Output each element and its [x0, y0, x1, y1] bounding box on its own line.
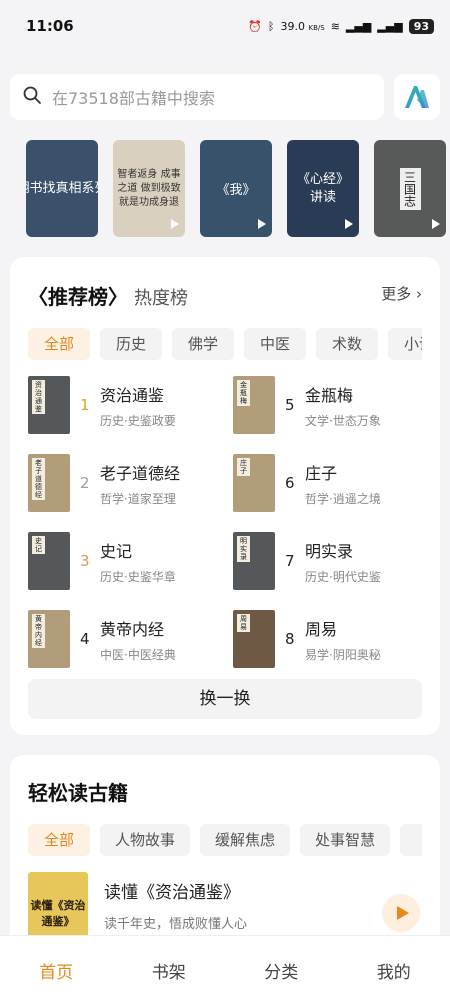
- banner-carousel: 翻书找真相系列 智者返身 成事之道 做到极致 就是功成身退 《我》 《心经》讲读…: [0, 120, 450, 237]
- rank-list: 资治通鉴 1 资治通鉴历史·史鉴政要 金瓶梅 5 金瓶梅文学·世态万象 老子道德…: [28, 376, 422, 668]
- book-cover: 明实录: [233, 532, 275, 590]
- play-icon: [396, 906, 409, 920]
- book-category: 历史·明代史鉴: [305, 569, 381, 584]
- easy-read-title: 读懂《资治通鉴》: [104, 883, 240, 903]
- book-title: 金瓶梅: [305, 385, 354, 405]
- bottom-nav: 首页 书架 分类 我的: [0, 935, 450, 1005]
- book-category: 历史·史鉴华章: [100, 569, 176, 584]
- rank-item[interactable]: 明实录 7 明实录历史·明代史鉴: [233, 532, 423, 590]
- book-category: 哲学·道家至理: [100, 491, 176, 506]
- nav-mine[interactable]: 我的: [354, 958, 434, 983]
- banner-item[interactable]: 三国志: [374, 140, 446, 237]
- status-time: 11:06: [26, 17, 74, 35]
- rank-number: 5: [285, 396, 295, 414]
- chip-more[interactable]: 人: [400, 824, 422, 856]
- book-category: 中医·中医经典: [100, 647, 176, 662]
- rank-number: 6: [285, 474, 295, 492]
- network-speed: 39.0 KB/S: [280, 19, 325, 33]
- chip-all[interactable]: 全部: [28, 824, 90, 856]
- status-icons: ⏰ ᛒ 39.0 KB/S ≋ ▂▄▆ ▂▄▆ 93: [248, 18, 434, 34]
- chip-people-stories[interactable]: 人物故事: [100, 824, 191, 856]
- ranking-card: 〈推荐榜〉 热度榜 更多 › 全部 历史 佛学 中医 术数 小说 资治通鉴 1 …: [10, 257, 440, 735]
- nav-home[interactable]: 首页: [16, 958, 96, 983]
- rank-item[interactable]: 史记 3 史记历史·史鉴华章: [28, 532, 233, 590]
- bluetooth-icon: ᛒ: [267, 19, 275, 33]
- nav-bookshelf[interactable]: 书架: [129, 958, 209, 983]
- search-icon: [22, 85, 42, 109]
- easy-category-chips: 全部 人物故事 缓解焦虑 处事智慧 人: [28, 824, 422, 856]
- book-title: 周易: [305, 619, 338, 639]
- chip-life-wisdom[interactable]: 处事智慧: [300, 824, 391, 856]
- rank-item[interactable]: 资治通鉴 1 资治通鉴历史·史鉴政要: [28, 376, 233, 434]
- search-placeholder: 在73518部古籍中搜索: [52, 89, 215, 108]
- rank-number: 4: [80, 630, 90, 648]
- easy-read-desc: 读千年史，悟成败懂人心: [104, 917, 248, 932]
- book-title: 明实录: [305, 541, 354, 561]
- wifi-icon: ≋: [330, 19, 340, 33]
- play-icon: [345, 219, 353, 229]
- book-cover: 周易: [233, 610, 275, 668]
- play-icon: [258, 219, 266, 229]
- play-icon: [171, 219, 179, 229]
- rank-number: 2: [80, 474, 90, 492]
- book-cover: 黄帝内经: [28, 610, 70, 668]
- banner-item[interactable]: 智者返身 成事之道 做到极致 就是功成身退: [113, 140, 185, 237]
- book-cover: 资治通鉴: [28, 376, 70, 434]
- nav-category[interactable]: 分类: [241, 958, 321, 983]
- chip-buddhism[interactable]: 佛学: [172, 328, 234, 360]
- book-cover: 老子道德经: [28, 454, 70, 512]
- chip-medicine[interactable]: 中医: [244, 328, 306, 360]
- rank-item[interactable]: 庄子 6 庄子哲学·逍遥之境: [233, 454, 423, 512]
- ai-assistant-button[interactable]: [394, 74, 440, 120]
- book-category: 历史·史鉴政要: [100, 413, 176, 428]
- rank-item[interactable]: 周易 8 周易易学·阴阳奥秘: [233, 610, 423, 668]
- signal-icon-2: ▂▄▆: [377, 19, 403, 33]
- rank-item[interactable]: 老子道德经 2 老子道德经哲学·道家至理: [28, 454, 233, 512]
- chip-all[interactable]: 全部: [28, 328, 90, 360]
- book-title: 黄帝内经: [100, 619, 165, 639]
- chip-history[interactable]: 历史: [100, 328, 162, 360]
- signal-icon: ▂▄▆: [345, 19, 372, 33]
- book-title: 老子道德经: [100, 463, 181, 483]
- book-cover: 史记: [28, 532, 70, 590]
- book-category: 文学·世态万象: [305, 413, 381, 428]
- alarm-icon: ⏰: [248, 19, 262, 33]
- rank-number: 8: [285, 630, 295, 648]
- play-button[interactable]: [382, 894, 420, 932]
- status-bar: 11:06 ⏰ ᛒ 39.0 KB/S ≋ ▂▄▆ ▂▄▆ 93: [0, 0, 450, 52]
- book-title: 史记: [100, 541, 133, 561]
- banner-item[interactable]: 翻书找真相系列: [26, 140, 98, 237]
- book-category: 易学·阴阳奥秘: [305, 647, 381, 662]
- book-cover: 庄子: [233, 454, 275, 512]
- rank-item[interactable]: 金瓶梅 5 金瓶梅文学·世态万象: [233, 376, 423, 434]
- chip-novel[interactable]: 小说: [388, 328, 422, 360]
- tab-recommend[interactable]: 〈推荐榜〉: [28, 281, 128, 310]
- rank-number: 3: [80, 552, 90, 570]
- chip-anxiety-relief[interactable]: 缓解焦虑: [200, 824, 291, 856]
- rank-item[interactable]: 黄帝内经 4 黄帝内经中医·中医经典: [28, 610, 233, 668]
- more-link[interactable]: 更多 ›: [381, 283, 422, 304]
- book-cover: 金瓶梅: [233, 376, 275, 434]
- book-title: 庄子: [305, 463, 338, 483]
- rank-category-chips: 全部 历史 佛学 中医 术数 小说: [28, 328, 422, 360]
- rank-number: 1: [80, 396, 90, 414]
- ai-logo-icon: [405, 86, 429, 108]
- book-title: 资治通鉴: [100, 385, 165, 405]
- book-category: 哲学·逍遥之境: [305, 491, 381, 506]
- banner-item[interactable]: 《我》: [200, 140, 272, 237]
- tab-hot[interactable]: 热度榜: [134, 284, 188, 310]
- section-title: 轻松读古籍: [28, 781, 128, 805]
- chip-divination[interactable]: 术数: [316, 328, 378, 360]
- battery-badge: 93: [408, 18, 434, 34]
- banner-item[interactable]: 《心经》讲读: [287, 140, 359, 237]
- rank-number: 7: [285, 552, 295, 570]
- play-icon: [432, 219, 440, 229]
- search-input[interactable]: 在73518部古籍中搜索: [10, 74, 384, 120]
- refresh-button[interactable]: 换一换: [28, 679, 422, 719]
